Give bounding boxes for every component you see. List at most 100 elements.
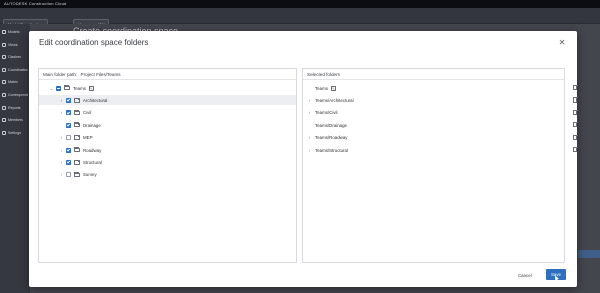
main-folder-path-value: Project Files/Teams <box>80 72 121 77</box>
close-icon[interactable]: ✕ <box>557 38 567 48</box>
sidebar-item-label: Correspondence <box>8 93 28 97</box>
sidebar-item-label: Members <box>8 118 23 123</box>
folder-icon <box>74 134 80 140</box>
clashes-icon <box>2 55 6 60</box>
selected-folder-row[interactable]: › Teams/Civil <box>303 108 579 118</box>
folder-icon <box>74 172 80 178</box>
folder-label: Survey <box>83 172 97 178</box>
folder-label: Roadway <box>83 147 102 153</box>
dialog-title: Edit coordination space folders <box>39 38 149 47</box>
trash-icon[interactable] <box>573 84 579 91</box>
sidebar-item-views[interactable]: Views <box>2 41 28 49</box>
trash-icon[interactable] <box>573 146 579 153</box>
selected-folder-label: Teams <box>315 85 328 91</box>
selected-folder-label: Teams/Civil <box>315 110 338 116</box>
folder-label: Architectural <box>83 97 108 103</box>
folder-tree-row[interactable]: › Structural <box>39 157 296 167</box>
settings-icon <box>2 130 6 135</box>
folder-icon <box>74 110 80 116</box>
sidebar-item-members[interactable]: Members <box>2 116 28 124</box>
main-folder-path-label: Main folder path: <box>43 72 78 77</box>
folder-icon <box>74 122 80 128</box>
folder-tree-row[interactable]: › Survey <box>39 170 296 180</box>
trash-icon[interactable] <box>573 134 579 140</box>
background-action-button <box>578 250 600 258</box>
folder-label: Teams <box>73 85 86 91</box>
selected-folder-row[interactable]: › Teams/Architectural <box>303 95 579 105</box>
folder-icon <box>74 159 80 165</box>
folder-checkbox[interactable] <box>66 110 71 116</box>
edit-icon[interactable]: ✎ <box>330 85 336 91</box>
chevron-right-icon[interactable]: › <box>307 135 312 140</box>
sidebar-item-label: Matrix <box>8 80 18 85</box>
sidebar-item-matrix[interactable]: Matrix <box>2 78 28 86</box>
correspondence-icon <box>2 93 6 97</box>
trash-icon[interactable] <box>573 109 579 115</box>
chevron-down-icon[interactable]: ⌄ <box>49 86 54 91</box>
sidebar-item-label: Clashes <box>8 55 21 60</box>
folder-label: Structural <box>83 159 102 165</box>
folder-label: MEP <box>83 135 93 141</box>
selected-folder-row[interactable]: Teams ✎ <box>303 83 579 93</box>
chevron-right-icon[interactable]: › <box>307 110 312 115</box>
chevron-right-icon[interactable]: › <box>307 148 312 153</box>
chevron-right-icon[interactable]: › <box>59 172 64 177</box>
selected-folder-row[interactable]: › Teams/Roadway <box>303 133 579 143</box>
folder-icon <box>74 147 80 153</box>
folder-checkbox[interactable] <box>66 122 71 128</box>
edit-icon[interactable]: ✎ <box>88 85 94 91</box>
chevron-right-icon[interactable]: › <box>59 98 64 103</box>
chevron-right-icon[interactable]: › <box>59 135 64 140</box>
views-icon <box>2 42 6 47</box>
chevron-right-icon <box>307 123 312 128</box>
sidebar-item-label: Models <box>8 30 20 34</box>
app-subbar: Model Coordination Vancouver KW <box>0 8 600 29</box>
selected-folder-row[interactable]: › Teams/Structural <box>303 145 579 155</box>
sidebar-item-label: Reports <box>8 105 21 110</box>
members-icon <box>2 118 6 123</box>
selected-folder-label: Teams/Architectural <box>315 97 354 103</box>
folder-tree-row[interactable]: › Roadway <box>39 145 296 155</box>
chevron-right-icon[interactable]: › <box>307 98 312 103</box>
coordination-icon <box>2 67 6 72</box>
folder-tree-row[interactable]: › Architectural <box>39 95 296 106</box>
trash-icon[interactable] <box>573 97 579 103</box>
cancel-button[interactable]: Cancel <box>518 271 532 280</box>
folder-checkbox[interactable] <box>66 97 71 103</box>
selected-folders-header: Selected folders <box>303 69 564 80</box>
selected-folder-row[interactable]: Teams/Drainage <box>303 120 579 130</box>
selected-folder-label: Teams/Structural <box>315 147 348 153</box>
trash-icon[interactable] <box>573 122 579 128</box>
folder-tree-row[interactable]: › Civil <box>39 108 296 118</box>
folder-checkbox[interactable] <box>66 147 71 153</box>
chevron-right-icon[interactable]: › <box>59 110 64 115</box>
chevron-right-icon[interactable]: › <box>59 160 64 165</box>
sidebar-item-correspondence[interactable]: Correspondence <box>2 91 28 99</box>
folder-icon <box>74 97 80 103</box>
app-topbar: AUTODESK Construction Cloud <box>0 0 600 8</box>
sidebar-item-clashes[interactable]: Clashes <box>2 53 28 61</box>
sidebar-item-reports[interactable]: Reports <box>2 104 28 112</box>
folder-checkbox[interactable] <box>56 85 61 91</box>
sidebar-item-coordination[interactable]: Coordination <box>2 66 28 74</box>
sidebar-item-label: Settings <box>8 130 21 135</box>
brand-logo: AUTODESK Construction Cloud <box>4 1 67 6</box>
sidebar-item-settings[interactable]: Settings <box>2 129 28 137</box>
sidebar: Models Views Clashes Coordination Matrix Corr… <box>0 24 30 293</box>
chevron-right-icon <box>307 86 312 91</box>
folder-checkbox[interactable] <box>66 159 71 165</box>
selected-folders-panel: Selected folders Teams ✎ › Teams/Architectu… <box>302 68 579 263</box>
chevron-right-icon <box>59 123 64 128</box>
folder-tree-row[interactable]: › MEP <box>39 133 296 143</box>
folder-icon <box>64 85 70 91</box>
sidebar-item-models[interactable]: Models <box>2 28 28 36</box>
chevron-right-icon[interactable]: › <box>59 148 64 153</box>
folder-checkbox[interactable] <box>66 135 71 141</box>
folder-label: Civil <box>83 110 92 116</box>
folder-tree-row[interactable]: ⌄ Teams ✎ <box>39 83 296 93</box>
selected-folder-label: Teams/Drainage <box>315 122 347 128</box>
folder-tree-row[interactable]: Drainage <box>39 120 296 130</box>
reports-icon <box>2 105 6 110</box>
folder-checkbox[interactable] <box>66 172 71 178</box>
folder-label: Drainage <box>83 122 101 128</box>
